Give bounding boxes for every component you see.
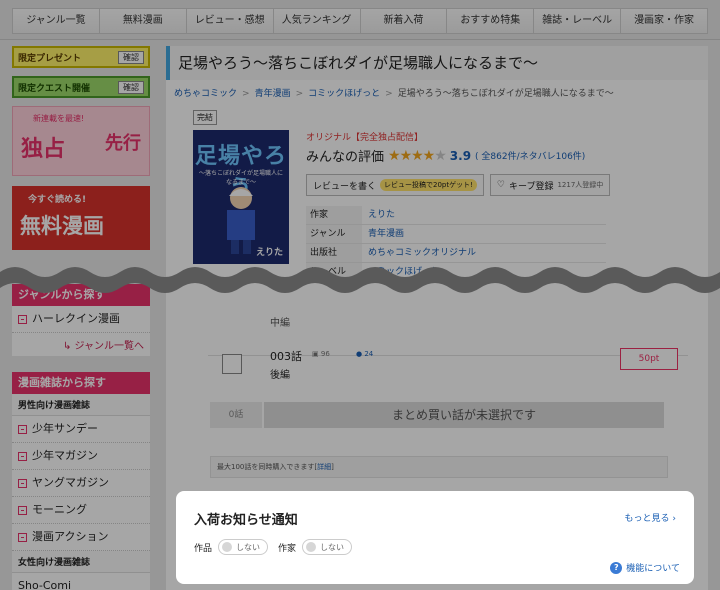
about-feature-label: 機能について <box>626 564 680 574</box>
see-more-label: もっと見る <box>624 514 670 524</box>
chevron-right-icon: › <box>672 514 676 524</box>
toggle-knob <box>306 542 317 552</box>
toggle-knob <box>222 542 233 552</box>
toggle-state: しない <box>236 542 261 552</box>
restock-notify-modal: 入荷お知らせ通知 もっと見る › 作品 しない 作家 しない ? 機能について <box>176 491 694 584</box>
author-label: 作家 <box>278 543 297 554</box>
see-more-link[interactable]: もっと見る › <box>625 511 677 524</box>
work-label: 作品 <box>194 543 213 554</box>
toggle-state: しない <box>320 542 345 552</box>
work-notify-toggle[interactable]: しない <box>218 539 269 555</box>
about-feature-link[interactable]: ? 機能について <box>610 561 680 574</box>
notify-options: 作品 しない 作家 しない <box>194 539 353 555</box>
modal-title: 入荷お知らせ通知 <box>194 513 298 528</box>
author-notify-toggle[interactable]: しない <box>302 539 353 555</box>
question-icon: ? <box>610 561 623 574</box>
